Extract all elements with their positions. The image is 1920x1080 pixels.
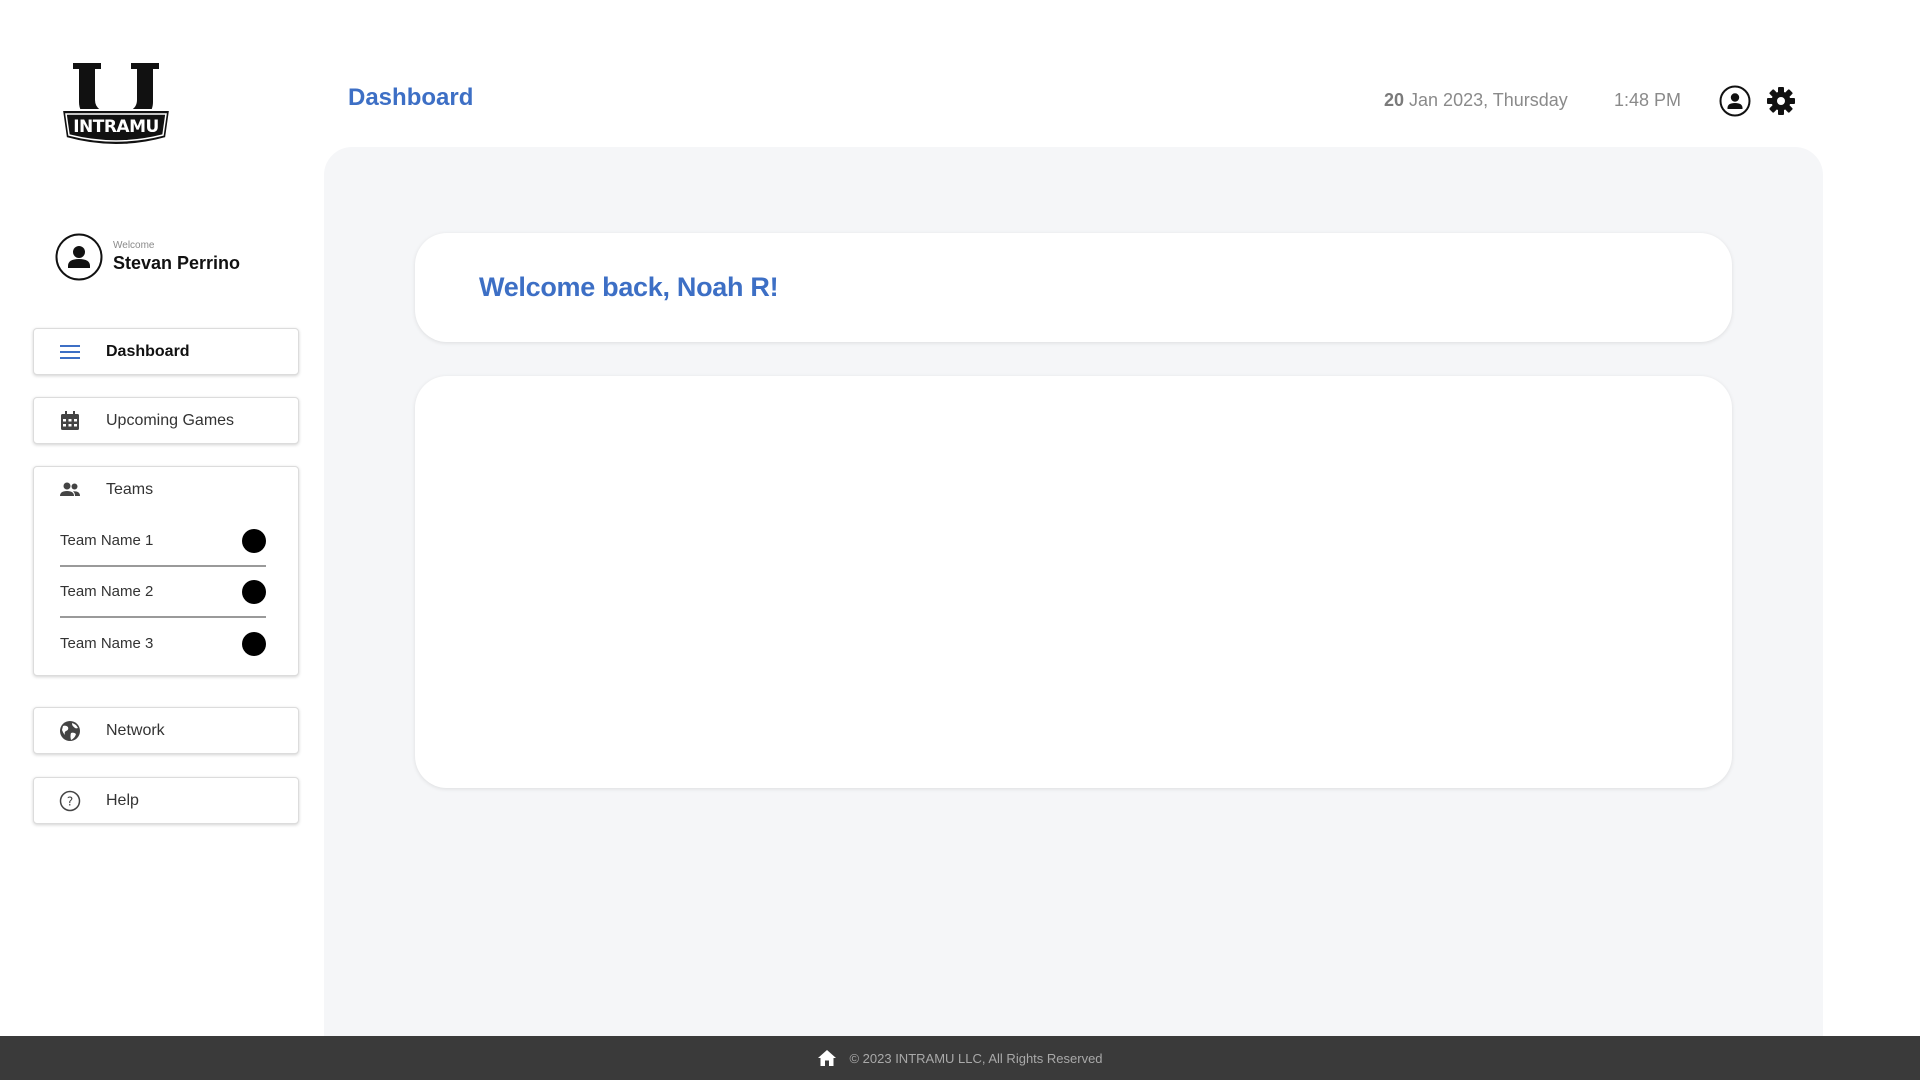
team-item[interactable]: Team Name 3 [60,618,266,669]
sidebar-item-help[interactable]: ? Help [33,777,299,824]
footer: © 2023 INTRAMU LLC, All Rights Reserved [0,1036,1920,1080]
sidebar-item-teams: Teams Team Name 1 Team Name 2 Team Name … [33,466,299,676]
calendar-icon [59,410,81,432]
user-avatar-icon [55,233,103,281]
home-icon[interactable] [817,1048,837,1068]
sidebar-item-network[interactable]: Network [33,707,299,754]
team-list: Team Name 1 Team Name 2 Team Name 3 [60,516,266,669]
sidebar-item-label: Teams [106,480,154,498]
welcome-card: Welcome back, Noah R! [415,233,1732,342]
team-name: Team Name 1 [60,532,154,549]
sidebar-item-label: Dashboard [106,342,190,360]
sidebar-item-dashboard[interactable]: Dashboard [33,328,299,375]
page-title: Dashboard [348,84,474,111]
globe-icon [59,720,81,742]
sidebar-item-label: Network [106,721,165,739]
menu-icon [59,341,81,363]
people-icon [59,479,81,501]
copyright-text: © 2023 INTRAMU LLC, All Rights Reserved [849,1050,1103,1066]
sidebar-row-teams[interactable]: Teams [34,467,298,512]
sidebar-item-label: Help [106,791,139,809]
welcome-label: Welcome [113,240,155,251]
intramu-logo[interactable]: INTRAMU [58,58,174,150]
account-circle-icon[interactable] [1719,85,1751,117]
date-day: 20 [1384,90,1405,110]
user-text: Welcome Stevan Perrino [113,240,240,274]
welcome-message: Welcome back, Noah R! [479,272,779,302]
user-name: Stevan Perrino [113,253,241,273]
team-item[interactable]: Team Name 1 [60,516,266,567]
sidebar-row-help[interactable]: ? Help [34,778,298,823]
help-icon: ? [59,790,81,812]
current-time: 1:48 PM [1614,90,1682,110]
date-rest: Jan 2023, Thursday [1404,90,1568,110]
team-logo-dot [242,528,266,553]
logo-text: INTRAMU [73,117,159,137]
team-item[interactable]: Team Name 2 [60,567,266,618]
sidebar-row-dashboard[interactable]: Dashboard [34,329,298,374]
team-name: Team Name 3 [60,635,154,652]
app-root: INTRAMU Welcome Stevan Perrino Dashboard [0,0,1920,1080]
sidebar-row-upcoming-games[interactable]: Upcoming Games [34,398,298,443]
gear-icon[interactable] [1765,85,1797,117]
svg-text:?: ? [67,794,73,808]
sidebar-row-network[interactable]: Network [34,708,298,753]
sidebar-item-label: Upcoming Games [106,411,235,429]
team-logo-dot [242,579,266,604]
current-date: 20 Jan 2023, Thursday [1384,90,1568,111]
sidebar-item-upcoming-games[interactable]: Upcoming Games [33,397,299,444]
team-name: Team Name 2 [60,583,154,600]
team-logo-dot [242,631,266,656]
user-profile: Welcome Stevan Perrino [55,233,240,281]
dashboard-content-card [415,376,1732,788]
logo-emblem-icon: INTRAMU [60,61,172,146]
